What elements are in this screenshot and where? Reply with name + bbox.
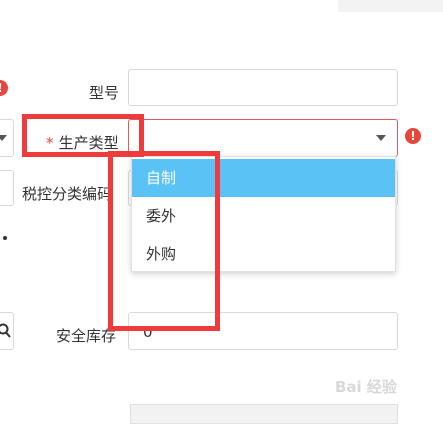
left-select-partial[interactable] bbox=[0, 119, 14, 157]
safety-stock-label: 安全库存 bbox=[56, 327, 117, 345]
model-input[interactable] bbox=[128, 69, 398, 106]
error-icon: ! bbox=[405, 128, 421, 144]
disabled-input-partial bbox=[130, 404, 398, 424]
left-input-partial[interactable] bbox=[0, 170, 14, 206]
ellipsis-dot bbox=[3, 236, 7, 240]
search-icon bbox=[0, 323, 11, 338]
search-button-partial[interactable] bbox=[0, 312, 14, 350]
model-label: 型号 bbox=[89, 84, 120, 102]
top-strip bbox=[0, 0, 443, 12]
watermark: Bai 经验 bbox=[335, 378, 397, 396]
chevron-down-icon[interactable] bbox=[376, 135, 386, 141]
tax-category-label: 税控分类编码 bbox=[22, 185, 113, 203]
annotation-box-options bbox=[108, 151, 220, 331]
top-tab[interactable] bbox=[338, 0, 443, 12]
error-icon: ! bbox=[0, 80, 8, 96]
chevron-down-icon bbox=[0, 135, 7, 141]
